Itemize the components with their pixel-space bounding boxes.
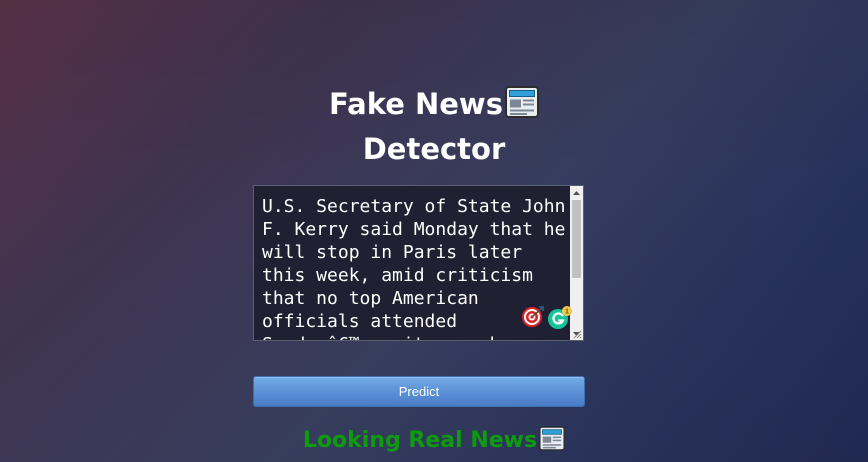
newspaper-icon bbox=[539, 426, 566, 461]
extension-icons: 1 bbox=[522, 302, 574, 330]
grammarly-badge-count: 1 bbox=[565, 307, 569, 316]
target-icon[interactable] bbox=[522, 306, 544, 328]
title-text-1: Fake News bbox=[329, 87, 503, 121]
scroll-thumb[interactable] bbox=[572, 200, 581, 278]
predict-button[interactable]: Predict bbox=[253, 376, 585, 407]
grammarly-icon[interactable]: 1 bbox=[547, 305, 573, 331]
newspaper-icon bbox=[504, 86, 539, 129]
title-line-1: Fake News bbox=[0, 84, 868, 129]
result-text: Looking Real News bbox=[302, 428, 538, 453]
scroll-up-arrow-icon[interactable] bbox=[570, 186, 583, 199]
title-line-2: Detector bbox=[362, 132, 506, 166]
page-title: Fake News Detector bbox=[0, 84, 868, 170]
resize-grip-icon[interactable] bbox=[573, 330, 582, 339]
prediction-result: Looking Real News bbox=[0, 425, 868, 461]
